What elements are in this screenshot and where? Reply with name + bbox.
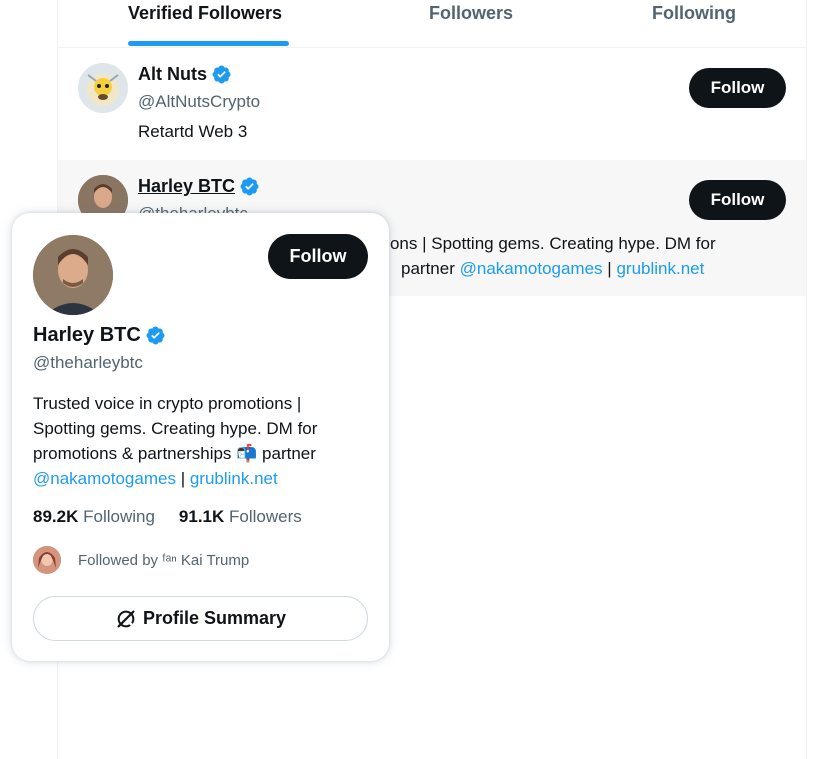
mention-link[interactable]: @nakamotogames	[33, 469, 176, 488]
followed-by[interactable]: Followed by ᶠᵃⁿ Kai Trump	[33, 546, 249, 574]
user-cell-altnuts[interactable]: Alt Nuts @AltNutsCrypto Retartd Web 3 Fo…	[58, 48, 806, 160]
display-name[interactable]: Alt Nuts	[138, 64, 232, 85]
username[interactable]: @AltNutsCrypto	[138, 92, 260, 112]
followed-by-text: Followed by ᶠᵃⁿ Kai Trump	[78, 551, 250, 569]
bio: Retartd Web 3	[138, 122, 248, 141]
bio-text: partner	[401, 259, 455, 278]
hover-card-bio: Trusted voice in crypto promotions | Spo…	[33, 391, 317, 491]
verified-badge-icon	[212, 65, 231, 84]
profile-summary-button[interactable]: Profile Summary	[33, 596, 368, 641]
profile-hover-card[interactable]: Follow Harley BTC @theharleybtc Trusted …	[12, 213, 389, 661]
following-label: Following	[83, 507, 155, 526]
display-name[interactable]: Harley BTC	[138, 176, 260, 197]
follow-button[interactable]: Follow	[689, 180, 786, 220]
hover-card-name-text[interactable]: Harley BTC	[33, 324, 141, 347]
hover-card-display-name[interactable]: Harley BTC	[33, 324, 166, 347]
followed-by-avatar	[33, 546, 61, 574]
bio-separator: |	[607, 259, 612, 278]
column-border-right	[806, 0, 807, 759]
hover-card-username[interactable]: @theharleybtc	[33, 353, 143, 373]
bio-line: promotions & partnerships 📬 partner	[33, 444, 316, 463]
following-stat[interactable]: 89.2K Following	[33, 507, 155, 527]
hover-card-follow-button[interactable]: Follow	[268, 234, 368, 279]
bio-line: Spotting gems. Creating hype. DM for	[33, 419, 318, 438]
bio-links-line: @nakamotogames | grublink.net	[33, 466, 317, 491]
grok-icon	[117, 610, 135, 627]
bio-line-1: otions | Spotting gems. Creating hype. D…	[372, 234, 716, 253]
altnuts-avatar-image	[78, 63, 128, 113]
active-tab-indicator	[128, 41, 289, 46]
followers-stat[interactable]: 91.1K Followers	[179, 507, 302, 527]
profile-summary-label: Profile Summary	[142, 608, 287, 628]
followers-label: Followers	[229, 507, 302, 526]
hover-card-avatar[interactable]	[33, 235, 113, 315]
following-count: 89.2K	[33, 507, 79, 526]
mention-link[interactable]: @nakamotogames	[460, 259, 603, 278]
display-name-text[interactable]: Alt Nuts	[138, 64, 207, 85]
display-name-text[interactable]: Harley BTC	[138, 176, 235, 197]
verified-badge-icon	[146, 326, 165, 345]
tab-verified-followers[interactable]: Verified Followers	[128, 0, 282, 47]
website-link[interactable]: grublink.net	[616, 259, 704, 278]
followers-count: 91.1K	[178, 507, 225, 526]
kai-avatar-image	[33, 546, 61, 574]
bio-line: Trusted voice in crypto promotions |	[33, 394, 302, 413]
tab-following[interactable]: Following	[652, 0, 736, 47]
avatar[interactable]	[78, 63, 128, 113]
follow-stats: 89.2K Following 91.1K Followers	[33, 507, 302, 527]
harley-avatar-image	[33, 235, 113, 315]
verified-badge-icon	[240, 177, 259, 196]
bio-line-2: partner @nakamotogames | grublink.net	[401, 256, 704, 281]
follow-button[interactable]: Follow	[689, 68, 786, 108]
website-link[interactable]: grublink.net	[190, 469, 278, 488]
bio-separator: |	[180, 469, 186, 488]
tab-followers[interactable]: Followers	[429, 0, 513, 47]
